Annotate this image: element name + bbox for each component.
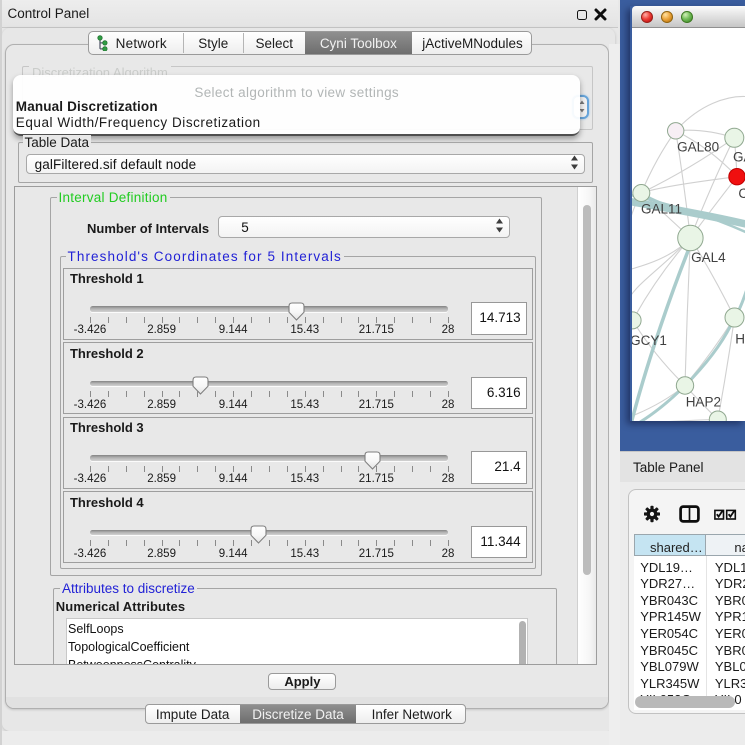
svg-text:H: H — [735, 331, 745, 346]
svg-text:GAL11: GAL11 — [641, 201, 682, 216]
svg-text:GA: GA — [733, 149, 745, 164]
svg-text:GAL80: GAL80 — [677, 139, 719, 154]
svg-text:C: C — [738, 186, 745, 201]
svg-text:GCY1: GCY1 — [632, 333, 667, 348]
svg-text:HAP2: HAP2 — [686, 394, 721, 409]
svg-text:GAL4: GAL4 — [691, 250, 726, 265]
